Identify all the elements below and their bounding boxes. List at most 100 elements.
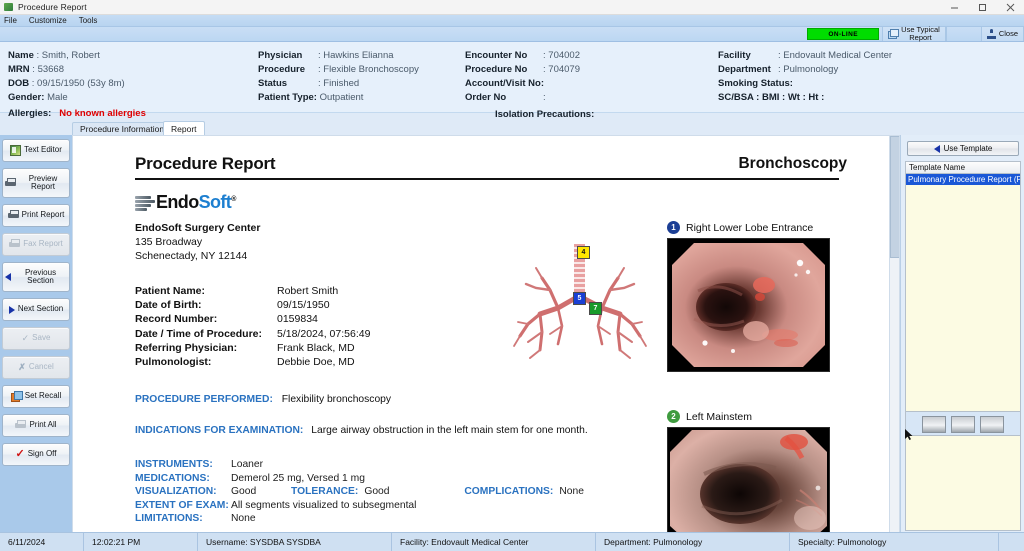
banner-sep-encounter-no: :: [543, 50, 546, 61]
printer-icon: [8, 210, 19, 221]
use-typical-report-button[interactable]: Use Typical Report: [882, 27, 946, 41]
demographics-row: Patient Name:Robert Smith: [135, 284, 370, 298]
window-title: Procedure Report: [18, 2, 87, 12]
template-panel: Use Template Template Name Pulmonary Pro…: [900, 135, 1024, 533]
demo-value-record-number: 0159834: [277, 312, 318, 326]
instruments-label: INSTRUMENTS:: [135, 458, 231, 472]
demographics-row: Referring Physician:Frank Black, MD: [135, 341, 370, 355]
triangle-left-icon: [934, 145, 940, 153]
diagram-marker-5[interactable]: 5: [573, 292, 586, 305]
tolerance-value: Good: [364, 485, 464, 499]
recall-icon: [11, 391, 22, 402]
report-scrollbar-thumb[interactable]: [890, 136, 900, 258]
report-scrollbar[interactable]: [889, 136, 899, 532]
limitations-label: LIMITATIONS:: [135, 512, 231, 526]
template-list[interactable]: Pulmonary Procedure Report (PR): [905, 174, 1021, 429]
status-username: Username: SYSDBA SYSDBA: [198, 533, 392, 551]
demographics-row: Date / Time of Procedure:5/18/2024, 07:5…: [135, 327, 370, 341]
diagram-marker-4[interactable]: 4: [577, 246, 590, 259]
status-facility: Facility: Endovault Medical Center: [392, 533, 596, 551]
banner-sep-status: :: [318, 78, 321, 89]
preview-report-label: Preview Report: [19, 175, 67, 192]
bronchoscopy-image-2[interactable]: [667, 427, 830, 533]
demo-key-patient-name: Patient Name:: [135, 284, 277, 298]
detail-row-visualization: VISUALIZATION: Good TOLERANCE: Good COMP…: [135, 485, 584, 499]
next-section-button[interactable]: Next Section: [2, 298, 70, 321]
app-window-icon: [4, 3, 14, 12]
bronchial-tree-diagram: 4 5 7: [506, 238, 656, 378]
template-list-item-selected[interactable]: Pulmonary Procedure Report (PR): [906, 174, 1020, 185]
demographics-row: Pulmonologist:Debbie Doe, MD: [135, 355, 370, 369]
facility-address-line2: Schenectady, NY 12144: [135, 249, 260, 263]
close-icon[interactable]: [996, 0, 1024, 14]
demo-key-pulmonologist: Pulmonologist:: [135, 355, 277, 369]
image-thumbnail-2[interactable]: [951, 416, 975, 433]
banner-value-encounter-no: 704002: [548, 50, 580, 61]
menu-item-customize[interactable]: Customize: [29, 16, 67, 25]
report-page: Procedure Report Bronchoscopy EndoSoft® …: [73, 136, 899, 532]
minimize-icon[interactable]: [940, 0, 968, 14]
status-department: Department: Pulmonology: [596, 533, 790, 551]
detail-row-limitations: LIMITATIONS:None: [135, 512, 584, 526]
banner-label-physician: Physician: [258, 50, 318, 61]
sign-off-button[interactable]: ✓ Sign Off: [2, 443, 70, 466]
previous-section-button[interactable]: Previous Section: [2, 262, 70, 292]
fax-report-button: Fax Report: [2, 233, 70, 256]
image-thumbnail-1[interactable]: [922, 416, 946, 433]
banner-label-patient-type: Patient Type:: [258, 92, 317, 103]
set-recall-button[interactable]: Set Recall: [2, 385, 70, 408]
maximize-icon[interactable]: [968, 0, 996, 14]
banner-label-status: Status: [258, 78, 318, 89]
fax-report-label: Fax Report: [23, 240, 63, 248]
banner-label-facility: Facility: [718, 50, 778, 61]
image-caption-1: 1 Right Lower Lobe Entrance: [667, 221, 830, 234]
image-thumbnail-3[interactable]: [980, 416, 1004, 433]
image-number-badge-2: 2: [667, 410, 680, 423]
indications-label: INDICATIONS FOR EXAMINATION:: [135, 425, 303, 436]
print-all-button[interactable]: Print All: [2, 414, 70, 437]
tab-procedure-information[interactable]: Procedure Information: [72, 122, 172, 135]
cancel-label: Cancel: [29, 363, 54, 371]
lower-detail-list[interactable]: [905, 435, 1021, 531]
text-editor-button[interactable]: Text Editor: [2, 139, 70, 162]
set-recall-label: Set Recall: [25, 392, 61, 400]
report-page-container[interactable]: Procedure Report Bronchoscopy EndoSoft® …: [72, 135, 900, 533]
banner-label-name: Name: [8, 50, 34, 61]
detail-row-instruments: INSTRUMENTS:Loaner: [135, 458, 584, 472]
bronchoscopy-image-1[interactable]: [667, 238, 830, 372]
triangle-left-icon: [5, 273, 11, 281]
use-template-label: Use Template: [944, 144, 993, 153]
close-button[interactable]: Close: [981, 27, 1024, 41]
demographics-row: Date of Birth:09/15/1950: [135, 298, 370, 312]
triangle-right-icon: [9, 306, 15, 314]
page-title: Procedure Report: [135, 154, 275, 174]
demo-value-pulmonologist: Debbie Doe, MD: [277, 355, 355, 369]
print-report-button[interactable]: Print Report: [2, 204, 70, 227]
exit-door-icon: [987, 29, 996, 39]
banner-value-mrn: 53668: [38, 64, 64, 75]
patient-banner: Name : Smith, Robert MRN : 53668 DOB : 0…: [0, 42, 1024, 113]
text-editor-label: Text Editor: [24, 146, 62, 154]
banner-sep-procedure: :: [318, 64, 321, 75]
procedure-details: INSTRUMENTS:Loaner MEDICATIONS:Demerol 2…: [135, 458, 584, 526]
save-label: Save: [32, 334, 50, 342]
complications-value: None: [559, 485, 584, 499]
demo-value-datetime: 5/18/2024, 07:56:49: [277, 327, 370, 341]
demo-key-dob: Date of Birth:: [135, 298, 277, 312]
banner-value-physician: Hawkins Elianna: [323, 50, 393, 61]
tolerance-label: TOLERANCE:: [291, 485, 358, 499]
use-template-button[interactable]: Use Template: [907, 141, 1019, 156]
complications-label: COMPLICATIONS:: [464, 485, 553, 499]
menu-item-tools[interactable]: Tools: [79, 16, 98, 25]
tab-report[interactable]: Report: [163, 121, 205, 135]
banner-sep-mrn: :: [32, 64, 35, 75]
menu-item-file[interactable]: File: [4, 16, 17, 25]
diagram-marker-7[interactable]: 7: [589, 302, 602, 315]
image-block-1: 1 Right Lower Lobe Entrance: [667, 221, 830, 372]
visualization-value: Good: [231, 485, 291, 499]
report-subtitle: Bronchoscopy: [738, 155, 847, 173]
cancel-icon: ✗: [18, 362, 26, 373]
print-all-label: Print All: [29, 421, 56, 429]
banner-label-smoking-status: Smoking Status:: [718, 78, 793, 89]
preview-report-button[interactable]: Preview Report: [2, 168, 70, 198]
